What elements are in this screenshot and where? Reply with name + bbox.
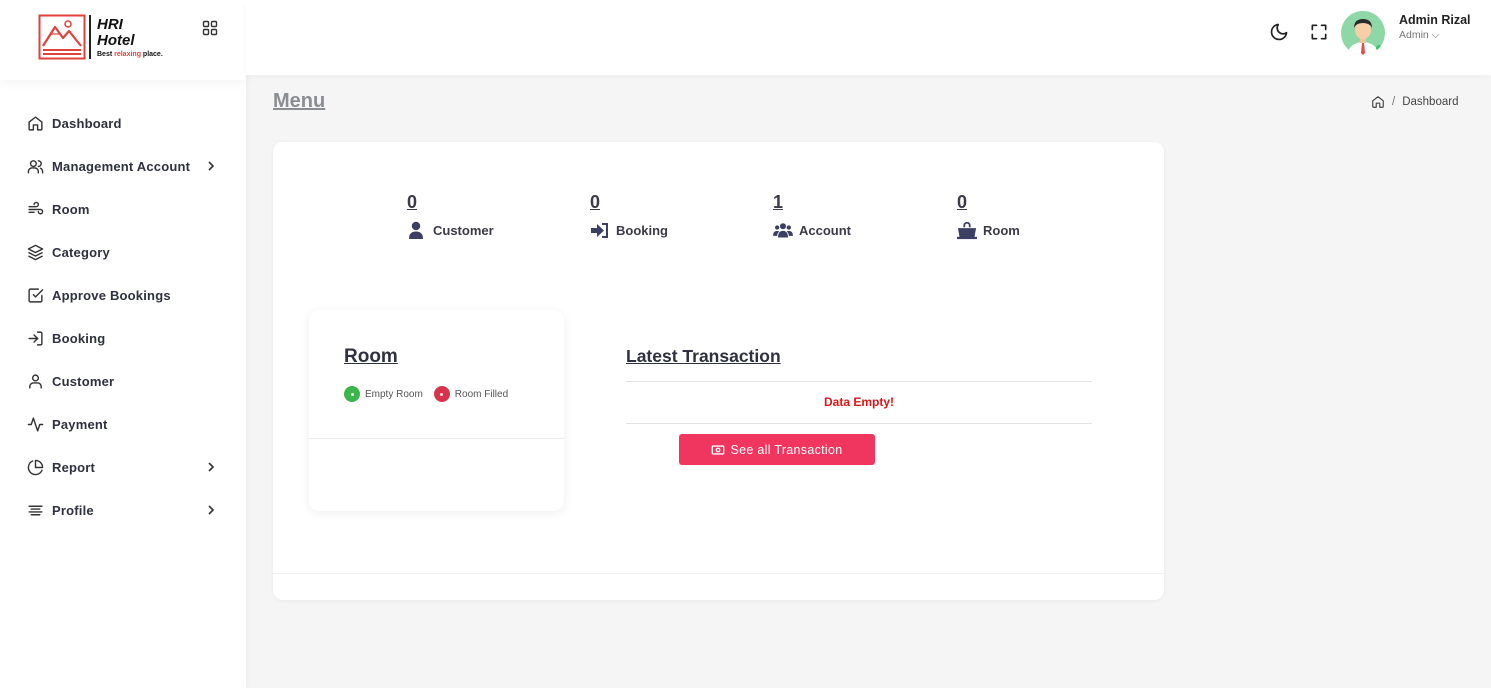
brand-name-line2: Hotel	[97, 32, 135, 49]
wind-icon	[28, 201, 44, 215]
avatar[interactable]	[1341, 11, 1385, 55]
tagline-start: Best	[97, 51, 115, 58]
brand-name-line1: HRI	[97, 16, 123, 33]
topbar: Admin Rizal Admin ⌵	[246, 0, 1491, 75]
see-all-transaction-button[interactable]: See all Transaction	[679, 434, 875, 465]
check-square-icon	[28, 288, 44, 303]
stat-value: 0	[407, 192, 418, 212]
sidebar-item-room[interactable]: Room	[0, 188, 246, 231]
sidebar-item-label: Payment	[52, 417, 108, 432]
logo-divider	[89, 15, 91, 59]
stat-value: 1	[773, 192, 784, 212]
chevron-right-icon	[208, 161, 215, 171]
sidebar-item-label: Booking	[52, 331, 106, 346]
align-icon	[28, 505, 43, 516]
fullscreen-icon[interactable]	[1309, 22, 1329, 42]
stat-value: 0	[957, 192, 968, 212]
sidebar-nav: Dashboard Management Account Room Catego…	[0, 102, 246, 532]
users-icon	[27, 160, 44, 174]
sidebar-item-label: Customer	[52, 374, 115, 389]
tagline-end: place.	[140, 51, 163, 58]
sidebar-item-profile[interactable]: Profile	[0, 489, 246, 532]
user-name: Admin Rizal	[1399, 13, 1471, 27]
chevron-right-icon	[208, 505, 215, 515]
sidebar-item-report[interactable]: Report	[0, 446, 246, 489]
sidebar: HRI Hotel Best relaxing place. Dashboard…	[0, 0, 246, 688]
stat-label: Account	[799, 222, 851, 238]
user-solid-icon	[409, 221, 423, 239]
room-legend: Empty Room Room Filled	[344, 386, 519, 402]
divider	[626, 381, 1092, 382]
brand-tagline: Best relaxing place.	[97, 51, 163, 58]
moon-icon[interactable]	[1269, 22, 1289, 42]
money-icon	[712, 444, 725, 455]
divider	[309, 438, 564, 439]
sidebar-item-label: Management Account	[52, 159, 191, 174]
user-role-dropdown[interactable]: Admin ⌵	[1399, 29, 1440, 42]
breadcrumb-current: Dashboard	[1402, 96, 1459, 108]
layers-icon	[27, 244, 44, 261]
sign-in-solid-icon	[591, 223, 608, 238]
sidebar-item-customer[interactable]: Customer	[0, 360, 246, 403]
chevron-right-icon	[208, 462, 215, 472]
card-footer-divider	[273, 573, 1164, 574]
stat-booking: 0 Booking	[590, 192, 668, 240]
breadcrumb: / Dashboard	[1371, 95, 1458, 109]
sidebar-item-label: Report	[52, 460, 96, 475]
users-solid-icon	[773, 223, 793, 238]
legend-room-filled: Room Filled	[454, 388, 509, 400]
stat-customer: 0 Customer	[407, 192, 494, 240]
brand-header: HRI Hotel Best relaxing place.	[0, 0, 246, 80]
room-filled-dot-icon	[433, 386, 450, 402]
stat-label: Booking	[616, 222, 668, 238]
stat-room: 0 Room	[957, 192, 1020, 240]
sidebar-item-approve-bookings[interactable]: Approve Bookings	[0, 274, 246, 317]
sidebar-item-management-account[interactable]: Management Account	[0, 145, 246, 188]
latest-transaction-title: Latest Transaction	[626, 346, 781, 366]
tagline-accent: relaxing	[114, 51, 141, 58]
hotel-logo-icon[interactable]	[38, 14, 86, 60]
grid-menu-icon[interactable]	[202, 20, 218, 36]
transaction-empty-message: Data Empty!	[823, 395, 894, 409]
sidebar-item-category[interactable]: Category	[0, 231, 246, 274]
sidebar-item-label: Room	[52, 202, 90, 217]
sidebar-item-label: Profile	[52, 503, 94, 518]
sidebar-item-label: Dashboard	[52, 116, 122, 131]
page-title: Menu	[273, 90, 326, 112]
legend-empty-room: Empty Room	[365, 388, 423, 400]
divider	[626, 423, 1092, 424]
sidebar-item-label: Category	[52, 245, 110, 260]
home-icon	[28, 116, 43, 131]
stat-account: 1 Account	[773, 192, 851, 240]
empty-room-dot-icon	[344, 386, 360, 402]
stat-value: 0	[590, 192, 601, 212]
activity-icon	[27, 417, 44, 432]
shopping-bag-icon	[957, 221, 977, 240]
button-label: See all Transaction	[730, 442, 843, 457]
dashboard-card: 0 Customer 0 Booking 1 Account 0 Room Ro…	[273, 142, 1164, 600]
home-icon[interactable]	[1371, 95, 1385, 109]
user-icon	[29, 374, 42, 389]
stat-label: Customer	[433, 222, 494, 238]
stat-label: Room	[983, 222, 1020, 238]
sidebar-item-label: Approve Bookings	[52, 288, 171, 303]
room-status-card: Room Empty Room Room Filled	[309, 310, 564, 511]
sidebar-item-booking[interactable]: Booking	[0, 317, 246, 360]
breadcrumb-separator: /	[1392, 96, 1396, 108]
pie-chart-icon	[27, 459, 44, 476]
room-card-title: Room	[344, 346, 398, 367]
log-in-icon	[28, 331, 43, 346]
sidebar-item-payment[interactable]: Payment	[0, 403, 246, 446]
sidebar-item-dashboard[interactable]: Dashboard	[0, 102, 246, 145]
